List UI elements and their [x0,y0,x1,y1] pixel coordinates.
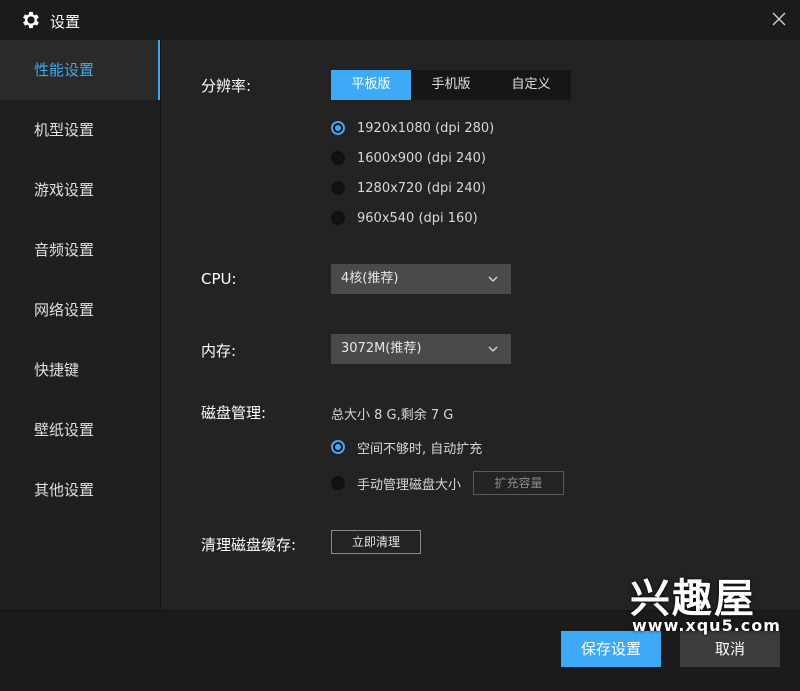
memory-select-value: 3072M(推荐) [341,341,422,356]
radio-label: 手动管理磁盘大小 [357,477,462,493]
watermark-url: www.xqu5.com [632,616,781,635]
memory-label: 内存: [201,342,237,360]
sidebar-item-label: 网络设置 [34,301,95,319]
radio-label: 960x540 (dpi 160) [357,210,478,226]
resolution-option-960[interactable]: 960x540 (dpi 160) [331,208,478,228]
sidebar-item-other[interactable]: 其他设置 [0,460,160,520]
sidebar-item-label: 快捷键 [34,361,80,379]
memory-select[interactable]: 3072M(推荐) [331,334,511,364]
gear-icon [23,11,39,29]
disk-label: 磁盘管理: [201,404,267,422]
tab-tablet[interactable]: 平板版 [331,70,411,100]
chevron-down-icon [488,346,498,352]
close-button[interactable] [766,6,792,32]
resolution-option-1600[interactable]: 1600x900 (dpi 240) [331,148,486,168]
disk-info: 总大小 8 G,剩余 7 G [331,408,454,423]
chevron-down-icon [488,276,498,282]
cpu-label: CPU: [201,270,237,288]
sidebar-item-game[interactable]: 游戏设置 [0,160,160,220]
resolution-option-1920[interactable]: 1920x1080 (dpi 280) [331,118,494,138]
radio-label: 1920x1080 (dpi 280) [357,120,495,136]
radio-label: 空间不够时, 自动扩充 [357,441,483,457]
title-bar: 设置 [0,0,800,40]
sidebar: 性能设置 机型设置 游戏设置 音频设置 网络设置 快捷键 壁纸设置 其他设置 [0,40,161,610]
cancel-button[interactable]: 取消 [680,631,780,667]
disk-option-manual[interactable]: 手动管理磁盘大小 [331,473,461,493]
sidebar-item-audio[interactable]: 音频设置 [0,220,160,280]
clear-cache-button[interactable]: 立即清理 [331,530,421,554]
sidebar-item-label: 壁纸设置 [34,421,95,439]
sidebar-item-label: 机型设置 [34,121,95,139]
settings-panel: 分辨率: 平板版 手机版 自定义 1920x1080 (dpi 280) 160… [161,40,800,610]
sidebar-item-performance[interactable]: 性能设置 [0,40,160,100]
resolution-tabs: 平板版 手机版 自定义 [331,70,571,100]
cpu-select[interactable]: 4核(推荐) [331,264,511,294]
window-title: 设置 [50,13,81,31]
tab-phone[interactable]: 手机版 [411,70,491,100]
sidebar-item-label: 游戏设置 [34,181,95,199]
radio-label: 1280x720 (dpi 240) [357,180,486,196]
resolution-option-1280[interactable]: 1280x720 (dpi 240) [331,178,486,198]
radio-button[interactable] [331,181,345,195]
watermark: 兴趣屋 www.xqu5.com [630,566,790,636]
sidebar-item-label: 性能设置 [34,61,95,79]
radio-label: 1600x900 (dpi 240) [357,150,486,166]
sidebar-item-label: 其他设置 [34,481,95,499]
radio-button[interactable] [331,440,345,454]
close-icon [772,12,786,26]
sidebar-item-wallpaper[interactable]: 壁纸设置 [0,400,160,460]
resolution-label: 分辨率: [201,77,252,95]
save-button[interactable]: 保存设置 [561,631,661,667]
radio-button[interactable] [331,476,345,490]
radio-button[interactable] [331,211,345,225]
radio-button[interactable] [331,121,345,135]
disk-option-auto[interactable]: 空间不够时, 自动扩充 [331,437,482,457]
sidebar-item-model[interactable]: 机型设置 [0,100,160,160]
sidebar-item-network[interactable]: 网络设置 [0,280,160,340]
radio-button[interactable] [331,151,345,165]
cpu-select-value: 4核(推荐) [341,271,399,286]
cache-label: 清理磁盘缓存: [201,536,297,554]
tab-custom[interactable]: 自定义 [491,70,571,100]
expand-capacity-button[interactable]: 扩充容量 [473,471,564,495]
sidebar-item-label: 音频设置 [34,241,95,259]
sidebar-item-shortcuts[interactable]: 快捷键 [0,340,160,400]
